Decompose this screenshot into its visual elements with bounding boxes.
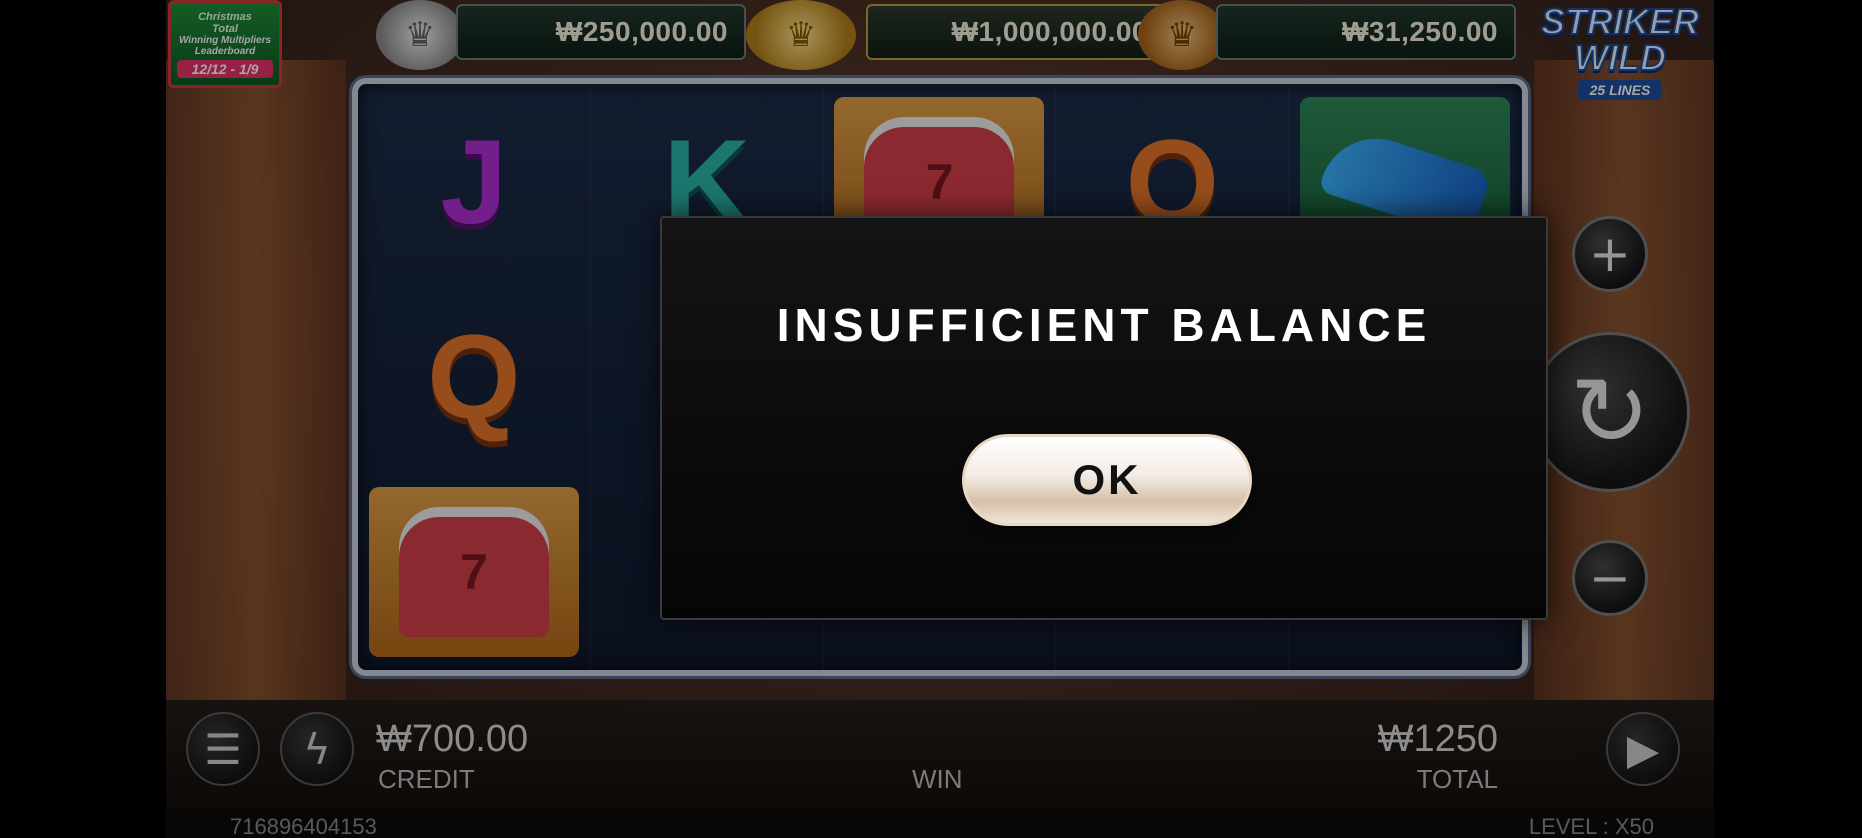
insufficient-balance-dialog: INSUFFICIENT BALANCE OK (660, 216, 1548, 620)
dialog-title: INSUFFICIENT BALANCE (776, 299, 1432, 351)
game-stage: Christmas Total Winning Multipliers Lead… (166, 0, 1714, 838)
ok-button[interactable]: OK (962, 434, 1252, 526)
